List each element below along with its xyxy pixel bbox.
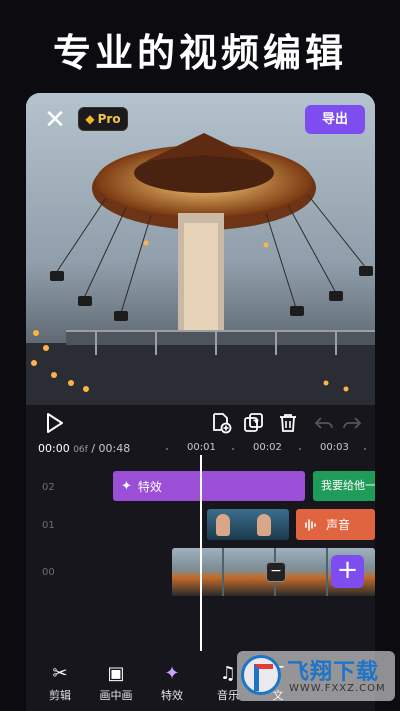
timecode: 00:00 06f / 00:48 (38, 442, 130, 455)
track-label: 02 (42, 482, 55, 493)
diamond-icon: ◆ (85, 112, 95, 126)
playhead[interactable] (200, 455, 202, 651)
nav-label: 特效 (161, 689, 183, 702)
carousel-image (26, 93, 375, 405)
effect-clip-label: 特效 (137, 479, 162, 494)
pro-label: Pro (97, 112, 121, 126)
picture-in-picture-clip[interactable] (207, 509, 289, 540)
export-button[interactable]: 导出 (305, 105, 365, 134)
audio-clip-label: 声音 (326, 518, 351, 532)
remove-clip-button[interactable]: − (266, 562, 286, 582)
watermark-logo-icon (241, 655, 281, 695)
text-clip[interactable]: 我要给他一 (313, 471, 375, 501)
clip-thumbnail (248, 509, 289, 540)
redo-icon[interactable] (340, 411, 364, 435)
close-button[interactable]: ✕ (42, 107, 68, 133)
watermark: 飞翔下载 WWW.FXXZ.COM (237, 651, 395, 701)
undo-icon[interactable] (312, 411, 336, 435)
copy-icon[interactable] (242, 411, 266, 435)
track-label: 01 (42, 520, 55, 531)
current-time: 00:00 (38, 442, 70, 455)
play-icon[interactable] (42, 411, 66, 435)
ruler-tick: 00:03 (320, 442, 349, 453)
edit-toolbar (26, 405, 375, 441)
add-clip-button[interactable]: + (331, 555, 364, 588)
watermark-title: 飞翔下载 (287, 660, 380, 685)
nav-item-effects[interactable]: ✦ 特效 (142, 661, 202, 703)
nav-item-pip[interactable]: ▣ 画中画 (86, 661, 146, 703)
ruler-dot (299, 448, 301, 450)
audio-clip[interactable]: 声音 (296, 509, 375, 540)
delete-icon[interactable] (276, 411, 300, 435)
ruler-tick: 00:01 (187, 442, 216, 453)
ruler-dot (166, 448, 168, 450)
pro-badge[interactable]: ◆ Pro (78, 107, 128, 131)
nav-item-edit[interactable]: ✂ 剪辑 (30, 661, 90, 703)
clip-thumbnail (172, 548, 222, 596)
picture-in-picture-icon: ▣ (107, 663, 125, 684)
sparkle-icon: ✦ (121, 478, 132, 494)
total-time: 00:48 (98, 442, 131, 455)
add-frame-icon[interactable] (209, 411, 233, 435)
ruler-dot (364, 448, 366, 450)
video-preview[interactable]: ✕ ◆ Pro 导出 (26, 93, 375, 405)
effect-clip[interactable]: ✦ 特效 (113, 471, 305, 501)
current-frame: 06f (73, 445, 88, 455)
clip-thumbnail (207, 509, 248, 540)
editor-window: ✕ ◆ Pro 导出 00:00 06f / 00:48 00:01 00:02… (26, 93, 375, 711)
nav-label: 画中画 (99, 689, 133, 702)
watermark-url: WWW.FXXZ.COM (289, 683, 386, 694)
ruler-tick: 00:02 (253, 442, 282, 453)
track-label: 00 (42, 567, 55, 578)
nav-label: 剪辑 (49, 689, 71, 702)
scissors-icon: ✂ (52, 663, 68, 684)
ruler-dot (232, 448, 234, 450)
headline: 专业的视频编辑 (52, 31, 347, 75)
time-separator: / (91, 442, 96, 455)
sparkle-icon: ✦ (164, 663, 180, 684)
waveform-icon (305, 518, 316, 531)
